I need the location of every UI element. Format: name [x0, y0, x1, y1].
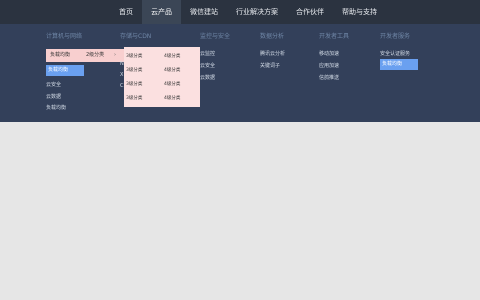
menu-item-label: 负载均衡 — [50, 52, 71, 58]
chevron-right-icon: › — [114, 52, 116, 58]
menu-item-hover-b[interactable]: 负载均衡 — [46, 65, 84, 76]
menu-item-cloud-data[interactable]: 云数据 — [46, 93, 61, 100]
nav-home[interactable]: 首页 — [110, 0, 142, 24]
submenu-level3: 3级分类 4级分类 3级分类 4级分类 3级分类 4级分类 3级分类 4级分类 — [124, 47, 200, 107]
menu-item-app-accel[interactable]: 应用加速 — [319, 62, 339, 69]
column-title-compute: 计算机与网络 — [46, 33, 83, 40]
submenu-item[interactable]: 4级分类 — [164, 95, 180, 101]
menu-item-data[interactable]: 云数据 — [200, 74, 215, 81]
submenu-item[interactable]: 3级分类 — [126, 67, 142, 73]
menu-item-push[interactable]: 信鸽推送 — [319, 74, 339, 81]
menu-item-monitor[interactable]: 云监控 — [200, 50, 215, 57]
menu-item-auth-service[interactable]: 安全认证服务 — [380, 50, 410, 57]
menu-item-hover-a[interactable]: 负载均衡 2级分类 › — [46, 49, 126, 62]
submenu-item[interactable]: 3级分类 — [126, 95, 142, 101]
submenu-item[interactable]: 3级分类 — [126, 53, 142, 59]
menu-item-keywords[interactable]: 关键词子 — [260, 62, 280, 69]
main-nav: 首页 云产品 微信建站 行业解决方案 合作伙伴 帮助与支持 — [110, 0, 386, 24]
submenu-label: 2级分类 — [86, 52, 105, 58]
menu-item-hover-svc[interactable]: 负载均衡 — [380, 59, 418, 70]
menu-item-load-balance[interactable]: 负载均衡 — [46, 104, 66, 111]
submenu-item[interactable]: 4级分类 — [164, 81, 180, 87]
nav-wechat-site[interactable]: 微信建站 — [181, 0, 227, 24]
column-title-devservices: 开发者服务 — [380, 33, 411, 40]
menu-item-analytics[interactable]: 腾讯云分析 — [260, 50, 285, 57]
mega-menu-panel: 计算机与网络 负载均衡 2级分类 › 负载均衡 云安全 云数据 负载均衡 存储与… — [0, 24, 480, 122]
submenu-item[interactable]: 3级分类 — [126, 81, 142, 87]
nav-industry-solutions[interactable]: 行业解决方案 — [227, 0, 287, 24]
menu-item-cloud-security[interactable]: 云安全 — [46, 81, 61, 88]
submenu-item[interactable]: 4级分类 — [164, 67, 180, 73]
side-letter: X — [120, 72, 124, 78]
top-navigation-bar: 首页 云产品 微信建站 行业解决方案 合作伙伴 帮助与支持 — [0, 0, 480, 24]
side-letter: C — [120, 83, 124, 89]
menu-item-mobile-accel[interactable]: 移动加速 — [319, 50, 339, 57]
column-title-data: 数据分析 — [260, 33, 285, 40]
column-title-storage: 存储与CDN — [120, 33, 152, 40]
submenu-item[interactable]: 4级分类 — [164, 53, 180, 59]
nav-help-support[interactable]: 帮助与支持 — [333, 0, 386, 24]
nav-cloud-products[interactable]: 云产品 — [142, 0, 181, 24]
column-title-monitor: 监控与安全 — [200, 33, 231, 40]
column-title-devtools: 开发者工具 — [319, 33, 350, 40]
nav-partners[interactable]: 合作伙伴 — [287, 0, 333, 24]
menu-item-security[interactable]: 云安全 — [200, 62, 215, 69]
